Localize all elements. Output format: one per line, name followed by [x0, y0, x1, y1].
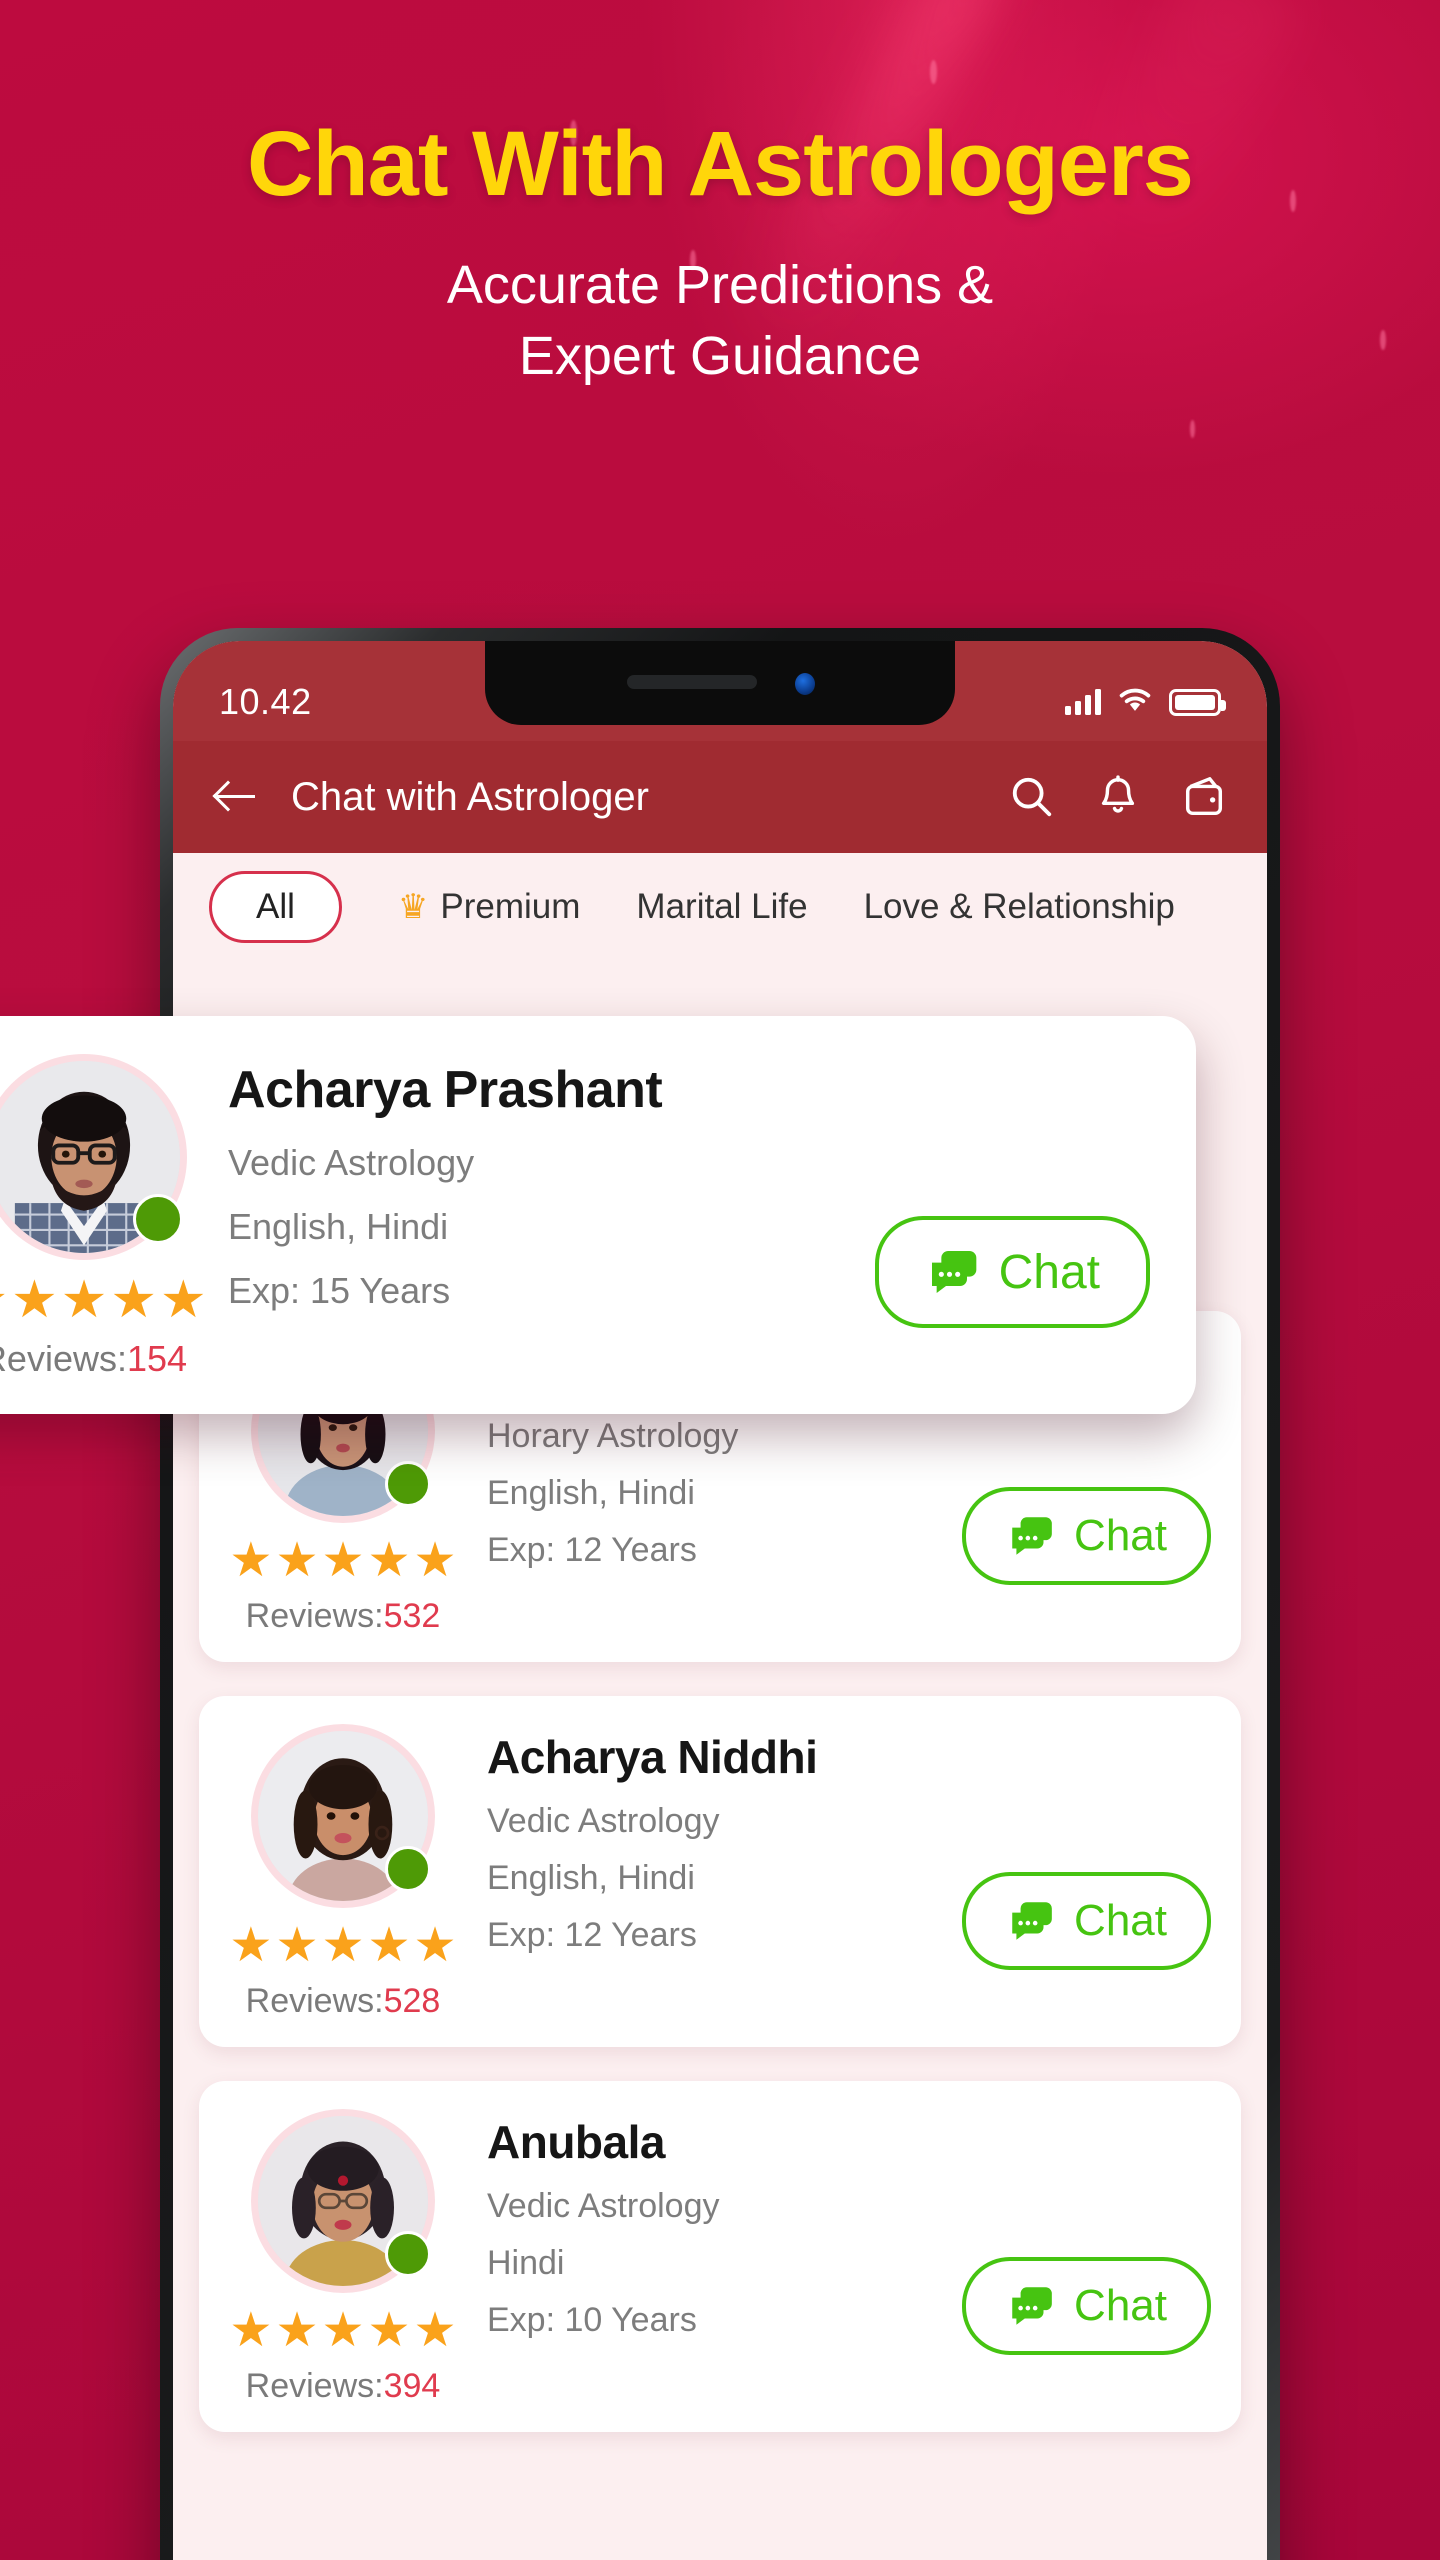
promo-subtitle-line-1: Accurate Predictions & [446, 255, 994, 315]
chat-bubble-icon [1006, 1511, 1056, 1561]
reviews-label: Reviews: [245, 1597, 384, 1635]
chat-bubble-icon [1006, 2281, 1056, 2331]
chat-button-label: Chat [1074, 1895, 1167, 1945]
filter-tab-strip[interactable]: All ♛ Premium Marital Life Love & Relati… [173, 853, 1267, 961]
chat-button[interactable]: Chat [874, 1216, 1150, 1328]
front-camera-icon [795, 673, 816, 695]
phone-notch [485, 641, 955, 725]
tab-love-relationship[interactable]: Love & Relationship [864, 887, 1175, 927]
astrologer-info: Acharya Prashant Vedic Astrology English… [198, 1054, 875, 1312]
signal-bars-icon [1065, 689, 1101, 715]
rating-stars: ★★★★★ [229, 1534, 457, 1587]
tab-premium[interactable]: ♛ Premium [398, 887, 581, 927]
rating-stars: ★★★★★ [229, 2304, 457, 2357]
app-bar: Chat with Astrologer [173, 741, 1267, 853]
chat-button-label: Chat [998, 1245, 1100, 1299]
astrologer-experience: Exp: 15 Years [228, 1270, 451, 1311]
review-count: Reviews:394 [229, 2367, 457, 2406]
reviews-value: 394 [383, 2367, 441, 2405]
back-arrow-icon[interactable] [213, 774, 259, 820]
reviews-label: Reviews: [0, 1338, 127, 1379]
reviews-value: 532 [383, 1597, 441, 1635]
earpiece-speaker [626, 675, 757, 689]
table-row[interactable]: ★ ★ ★ ★ ★ Reviews:394 Anubala Vedic Astrolog… [199, 2081, 1241, 2432]
tab-premium-label: Premium [440, 887, 581, 926]
crown-icon: ♛ [397, 888, 429, 926]
rating-stars: ★★★★★ [0, 1271, 207, 1329]
avatar [0, 1054, 187, 1260]
review-count: Reviews:154 [0, 1338, 198, 1380]
reviews-value: 154 [126, 1338, 188, 1379]
chat-button-label: Chat [1074, 1510, 1167, 1560]
spark-particle [1190, 420, 1195, 438]
tab-marital-life[interactable]: Marital Life [636, 887, 807, 927]
astrologer-info: Anubala Vedic Astrology Hindi Exp: 10 Ye… [457, 2109, 962, 2340]
wifi-icon [1117, 686, 1153, 719]
astrologer-experience: Exp: 12 Years [487, 1531, 697, 1569]
online-status-indicator [385, 2231, 431, 2277]
battery-icon [1169, 688, 1226, 716]
status-bar-time: 10.42 [219, 681, 312, 722]
astrologer-specialty: Vedic Astrology [487, 1802, 720, 1840]
astrologer-languages: English, Hindi [487, 1859, 695, 1897]
avatar-column: ★ ★ ★ ★ ★ Reviews:394 [229, 2109, 457, 2406]
reviews-label: Reviews: [245, 1982, 384, 2020]
phone-mockup: 10.42 Chat with Astrologer All ♛ Premium… [160, 628, 1280, 2560]
astrologer-languages: English, Hindi [228, 1206, 449, 1247]
astrologer-name: Acharya Niddhi [487, 1731, 818, 1783]
page-title: Chat With Astrologers [247, 113, 1194, 215]
avatar [251, 2109, 435, 2293]
astrologer-name: Acharya Prashant [228, 1061, 663, 1119]
promo-subtitle: Accurate Predictions & Expert Guidance [0, 250, 1440, 393]
avatar-column: ★★★★★ Reviews:154 [0, 1054, 207, 1380]
chat-button-label: Chat [1074, 2280, 1167, 2330]
wallet-icon[interactable] [1181, 774, 1227, 820]
tab-all-label: All [256, 887, 295, 926]
astrologer-languages: Hindi [487, 2244, 565, 2282]
astrologer-specialty: Vedic Astrology [228, 1142, 475, 1183]
astrologer-languages: English, Hindi [487, 1474, 695, 1512]
search-icon[interactable] [1009, 774, 1055, 820]
chat-bubble-icon [925, 1244, 981, 1300]
avatar-column: ★ ★ ★ ★ ★ Reviews:528 [229, 1724, 457, 2021]
chat-button[interactable]: Chat [962, 1871, 1211, 1970]
tab-love-relationship-label: Love & Relationship [863, 887, 1175, 926]
review-count: Reviews:532 [229, 1597, 457, 1636]
astrologer-name: Anubala [487, 2116, 665, 2168]
promo-text-block: Chat With Astrologers Accurate Predictio… [0, 0, 1440, 393]
astrologer-experience: Exp: 10 Years [487, 2301, 697, 2339]
promo-subtitle-line-2: Expert Guidance [518, 326, 922, 387]
featured-astrologer-card[interactable]: ★★★★★ Reviews:154 Acharya Prashant Vedic… [0, 1016, 1196, 1414]
review-count: Reviews:528 [229, 1982, 457, 2021]
chat-button[interactable]: Chat [962, 2256, 1211, 2355]
chat-button[interactable]: Chat [962, 1486, 1211, 1585]
online-status-indicator [385, 1846, 431, 1892]
reviews-label: Reviews: [245, 2367, 384, 2405]
phone-screen: 10.42 Chat with Astrologer All ♛ Premium… [173, 641, 1267, 2560]
reviews-value: 528 [383, 1982, 441, 2020]
tab-marital-life-label: Marital Life [636, 887, 808, 926]
tab-all[interactable]: All [209, 871, 342, 943]
astrologer-specialty: Vedic Astrology [487, 2187, 720, 2225]
astrologer-experience: Exp: 12 Years [487, 1916, 697, 1954]
app-bar-title: Chat with Astrologer [291, 774, 649, 819]
chat-bubble-icon [1006, 1896, 1056, 1946]
astrologer-specialty: Horary Astrology [487, 1417, 739, 1455]
table-row[interactable]: ★ ★ ★ ★ ★ Reviews:528 Acharya Niddhi Vedic A… [199, 1696, 1241, 2047]
notification-bell-icon[interactable] [1095, 774, 1141, 820]
avatar [251, 1724, 435, 1908]
online-status-indicator [385, 1461, 431, 1507]
rating-stars: ★★★★★ [229, 1919, 457, 1972]
online-status-indicator [133, 1194, 183, 1244]
astrologer-info: Acharya Niddhi Vedic Astrology English, … [457, 1724, 962, 1955]
